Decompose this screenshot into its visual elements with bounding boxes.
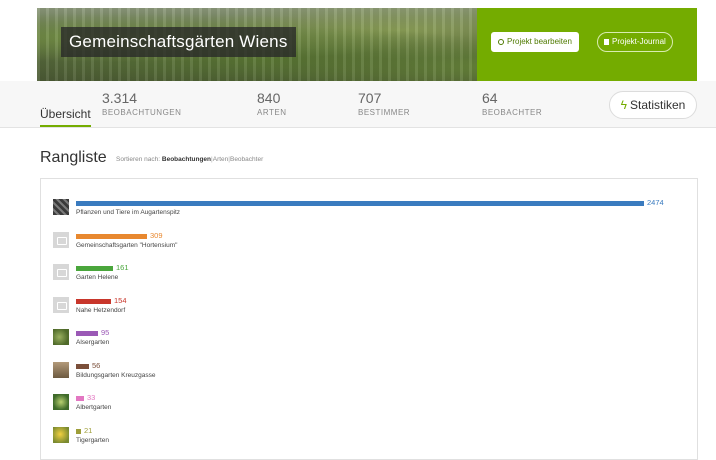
leaderboard-project-name[interactable]: Pflanzen und Tiere im Augartenspitz	[76, 209, 180, 216]
leaderboard-value: 95	[101, 328, 110, 337]
bolt-icon: ϟ	[620, 98, 627, 112]
project-placeholder-icon[interactable]	[53, 231, 69, 248]
leaderboard-sort: Sortieren nach: Beobachtungen|Arten|Beob…	[116, 156, 264, 163]
leaderboard-value: 2474	[647, 198, 664, 207]
statistics-button[interactable]: ϟ Statistiken	[609, 91, 697, 119]
leaderboard-value: 56	[92, 360, 101, 370]
leaderboard-bar	[76, 331, 98, 336]
sort-option-observations[interactable]: Beobachtungen	[162, 156, 211, 163]
sort-option-observers[interactable]: Beobachter	[230, 156, 263, 163]
leaderboard-bar	[76, 363, 89, 369]
observers-label: BEOBACHTER	[482, 108, 543, 117]
leaderboard-bar	[76, 266, 113, 271]
leaderboard-title: Rangliste	[40, 149, 107, 166]
leaderboard-value: 21	[84, 425, 93, 435]
leaderboard-project-name[interactable]: Gemeinschaftsgarten "Hortensium"	[76, 242, 177, 249]
leaderboard-bar	[76, 428, 81, 434]
project-thumbnail[interactable]	[53, 329, 69, 345]
leaderboard-project-name[interactable]: Nahe Hetzendorf	[76, 307, 125, 314]
leaderboard-row[interactable]: 154 Nahe Hetzendorf	[53, 295, 683, 321]
gear-icon	[498, 38, 504, 45]
project-title: Gemeinschaftsgärten Wiens	[61, 27, 296, 57]
leaderboard-row[interactable]: 309 Gemeinschaftsgarten "Hortensium"	[53, 230, 683, 256]
project-thumbnail[interactable]	[53, 426, 69, 443]
observations-label: BEOBACHTUNGEN	[102, 108, 182, 117]
identifiers-count: 707	[358, 90, 382, 106]
project-thumbnail[interactable]	[53, 361, 69, 378]
project-thumbnail[interactable]	[53, 199, 69, 215]
leaderboard-project-name[interactable]: Bildungsgarten Kreuzgasse	[76, 372, 156, 379]
leaderboard-project-name[interactable]: Albertgarten	[76, 404, 111, 411]
journal-icon	[604, 38, 609, 45]
project-placeholder-icon[interactable]	[53, 296, 69, 313]
project-journal-button[interactable]: Projekt-Journal	[597, 32, 673, 52]
observers-count: 64	[482, 90, 498, 106]
leaderboard-project-name[interactable]: Alsergarten	[76, 339, 109, 346]
stat-identifiers[interactable]: 707 BESTIMMER	[358, 90, 410, 117]
leaderboard-value: 161	[116, 263, 129, 272]
project-journal-label: Projekt-Journal	[612, 37, 666, 46]
edit-project-button[interactable]: Projekt bearbeiten	[491, 32, 579, 52]
leaderboard-value: 154	[114, 295, 127, 305]
leaderboard-row[interactable]: 56 Bildungsgarten Kreuzgasse	[53, 360, 683, 386]
edit-project-label: Projekt bearbeiten	[507, 37, 572, 46]
observations-count: 3.314	[102, 90, 138, 106]
stat-observers[interactable]: 64 BEOBACHTER	[482, 90, 542, 117]
leaderboard-project-name[interactable]: Tigergarten	[76, 437, 109, 444]
leaderboard-row[interactable]: 21 Tigergarten	[53, 425, 683, 451]
project-page: Gemeinschaftsgärten Wiens Projekt bearbe…	[0, 0, 716, 460]
tab-overview[interactable]: Übersicht	[40, 107, 91, 127]
species-count: 840	[257, 90, 281, 106]
sort-prefix: Sortieren nach:	[116, 156, 161, 163]
leaderboard-bar	[76, 233, 147, 239]
project-banner: Gemeinschaftsgärten Wiens Projekt bearbe…	[37, 8, 697, 81]
leaderboard-bar	[76, 298, 111, 304]
stat-observations[interactable]: 3.314 BEOBACHTUNGEN	[102, 90, 181, 117]
leaderboard-row[interactable]: 33 Albertgarten	[53, 393, 683, 418]
leaderboard-bar	[76, 396, 84, 401]
leaderboard-bar	[76, 201, 644, 206]
leaderboard-value: 309	[150, 230, 163, 240]
leaderboard-row[interactable]: 161 Garten Helene	[53, 263, 683, 288]
statistics-label: Statistiken	[630, 98, 686, 112]
leaderboard-project-name[interactable]: Garten Helene	[76, 274, 118, 281]
leaderboard-row[interactable]: 95 Alsergarten	[53, 328, 683, 353]
leaderboard-panel: 2474 Pflanzen und Tiere im Augartenspitz 3…	[40, 178, 698, 460]
stats-bar: Übersicht 3.314 BEOBACHTUNGEN 840 ARTEN …	[0, 81, 716, 128]
species-label: ARTEN	[257, 108, 287, 117]
identifiers-label: BESTIMMER	[358, 108, 411, 117]
leaderboard-row[interactable]: 2474 Pflanzen und Tiere im Augartenspitz	[53, 198, 683, 223]
sort-option-species[interactable]: Arten	[213, 156, 229, 163]
project-thumbnail[interactable]	[53, 394, 69, 410]
stat-species[interactable]: 840 ARTEN	[257, 90, 286, 117]
project-placeholder-icon[interactable]	[53, 264, 69, 280]
leaderboard-value: 33	[87, 393, 96, 402]
